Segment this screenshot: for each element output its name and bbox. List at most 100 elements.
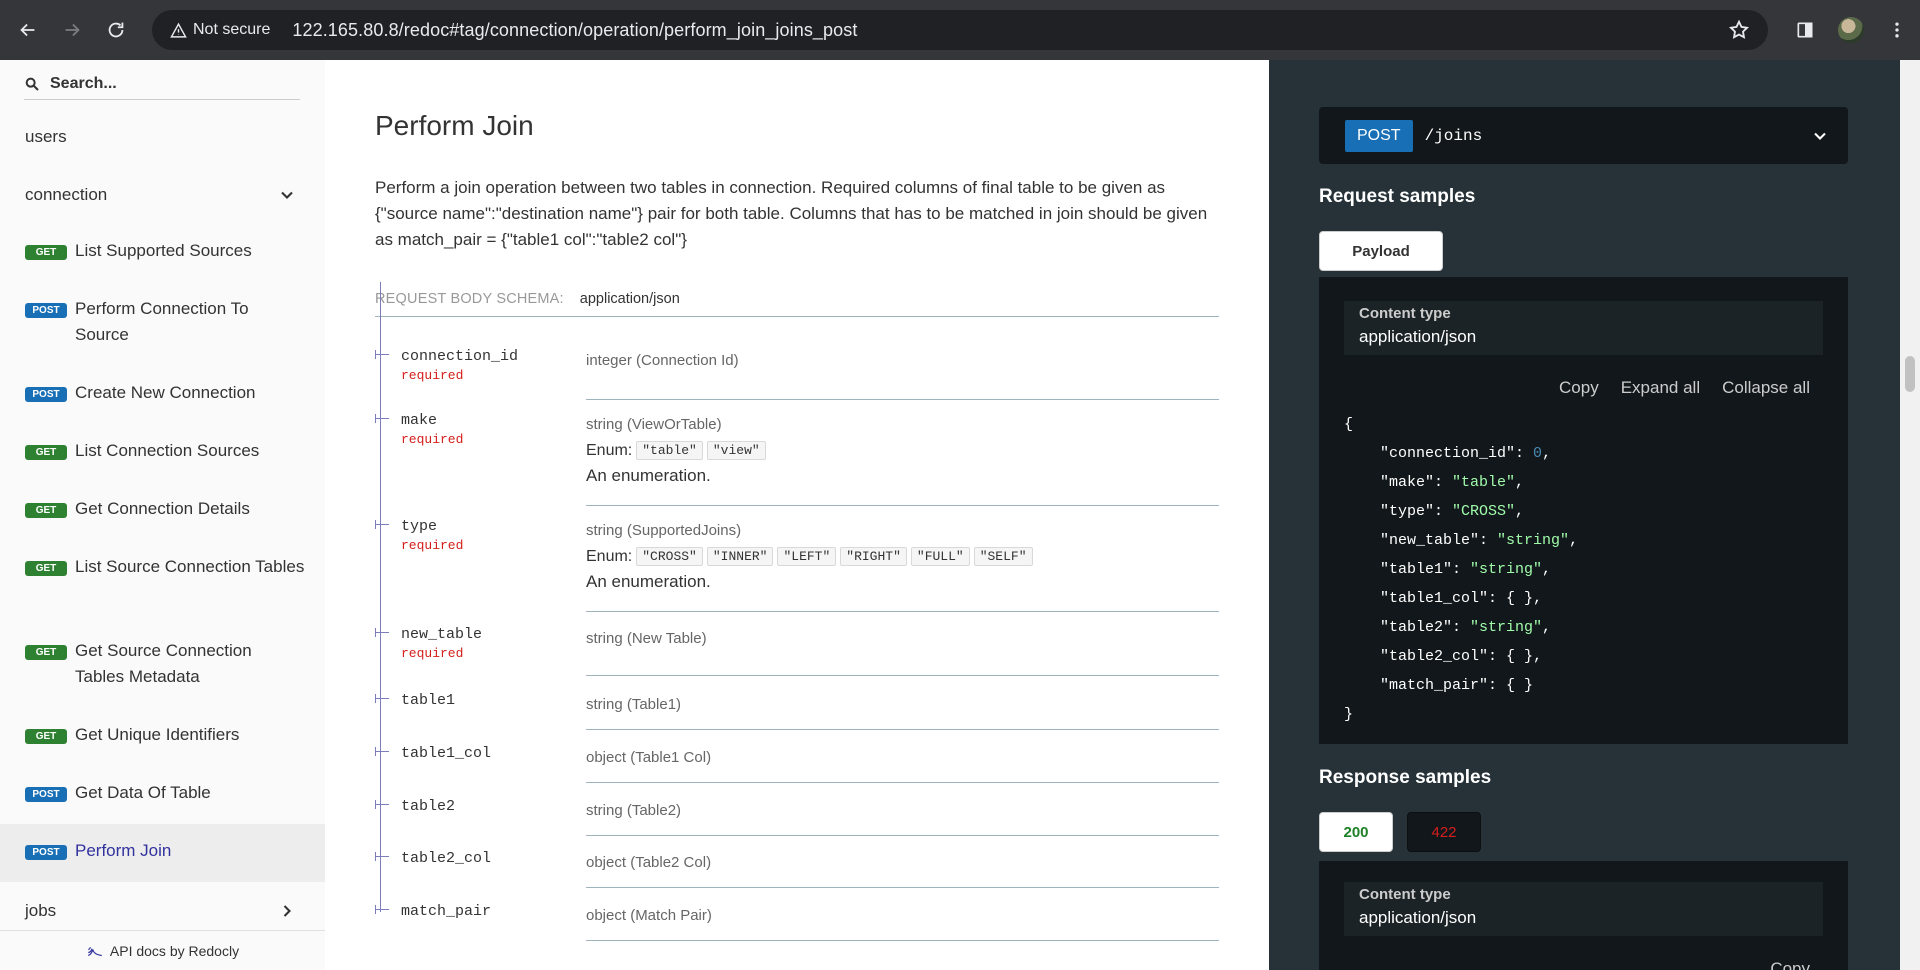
sidebar-group-users[interactable]: users [0, 108, 325, 166]
security-indicator[interactable]: Not secure [170, 21, 270, 39]
sample-actions: Copy [1748, 959, 1810, 970]
json-value: 0 [1533, 445, 1543, 462]
copy-button[interactable]: Copy [1559, 378, 1599, 398]
property-name[interactable]: table1_col [401, 745, 491, 762]
request-sample-panel: Content type application/json Copy Expan… [1319, 277, 1848, 744]
response-samples-title: Response samples [1319, 767, 1492, 788]
schema-property-connection-id: connection_id required integer (Connecti… [375, 348, 1219, 400]
sidebar-item-get-data-of-table[interactable]: POST Get Data Of Table [0, 766, 325, 824]
chevron-down-icon [1814, 132, 1826, 140]
sidebar-item-get-connection-details[interactable]: GET Get Connection Details [0, 482, 325, 540]
method-badge: POST [25, 787, 67, 802]
sidebar-group-label: users [25, 127, 67, 146]
expand-all-button[interactable]: Expand all [1621, 378, 1700, 398]
sidebar-item-get-source-connection-tables-metadata[interactable]: GET Get Source Connection Tables Metadat… [0, 624, 325, 708]
property-name[interactable]: match_pair [401, 903, 491, 920]
sidebar-item-list-connection-sources[interactable]: GET List Connection Sources [0, 424, 325, 482]
property-name[interactable]: table1 [401, 692, 455, 709]
enum-chip: "INNER" [706, 547, 774, 566]
property-name[interactable]: connection_id [401, 348, 518, 365]
json-value[interactable]: { } [1506, 648, 1533, 665]
search-input[interactable] [50, 74, 280, 93]
property-name[interactable]: new_table [401, 626, 482, 643]
property-name[interactable]: make [401, 412, 437, 429]
json-line: "match_pair": { } [1380, 677, 1534, 694]
tree-connector [375, 414, 389, 423]
json-line: "new_table": "string", [1380, 532, 1579, 549]
operation-description: Perform a join operation between two tab… [375, 178, 1208, 249]
redocly-link[interactable]: API docs by Redocly [0, 930, 325, 970]
sidebar-menu: users connection GET List Supported Sour… [0, 108, 325, 940]
property-type: string (Table2) [586, 802, 682, 819]
method-badge: GET [25, 645, 67, 660]
property-name[interactable]: table2_col [401, 850, 491, 867]
address-bar[interactable]: Not secure 122.165.80.8/redoc#tag/connec… [152, 10, 1768, 50]
required-label: required [401, 432, 464, 447]
property-detail: object (Table2 Col) [586, 850, 1219, 888]
arrow-right-icon [65, 23, 80, 37]
http-method-badge: POST [1345, 119, 1413, 152]
reload-button[interactable] [96, 10, 136, 50]
sidebar-item-list-source-connection-tables[interactable]: GET List Source Connection Tables [0, 540, 325, 624]
sidebar-item-perform-connection-to-source[interactable]: POST Perform Connection To Source [0, 282, 325, 366]
sidebar-group-connection[interactable]: connection [0, 166, 325, 224]
json-line: "table1": "string", [1380, 561, 1552, 578]
property-type: object (Match Pair) [586, 907, 712, 924]
samples-panel: POST /joins Request samples Payload Cont… [1269, 60, 1900, 970]
schema-property-table2-col: table2_col object (Table2 Col) [375, 850, 1219, 888]
side-panel-button[interactable] [1782, 10, 1828, 50]
tree-connector [375, 628, 389, 637]
json-value[interactable]: { } [1506, 590, 1533, 607]
enum-chip: "CROSS" [636, 547, 703, 566]
content-type-value: application/json [1359, 327, 1477, 346]
property-type: string (New Table) [586, 630, 707, 647]
sidebar-item-get-unique-identifiers[interactable]: GET Get Unique Identifiers [0, 708, 325, 766]
tab-payload[interactable]: Payload [1319, 231, 1443, 271]
tab-response-200[interactable]: 200 [1319, 812, 1393, 852]
sidebar-item-label: Get Source Connection Tables Metadata [75, 641, 252, 686]
json-line: "table1_col": { }, [1380, 590, 1543, 607]
sidebar-item-perform-join[interactable]: POST Perform Join [0, 824, 325, 882]
schema-property-match-pair: match_pair object (Match Pair) [375, 903, 1219, 941]
property-name[interactable]: type [401, 518, 437, 535]
property-detail: string (SupportedJoins) Enum: "CROSS" "I… [586, 518, 1219, 612]
sidebar-item-label: List Source Connection Tables [75, 557, 305, 576]
toolbar-actions [1782, 10, 1920, 50]
sidebar-item-label: Perform Join [75, 841, 172, 860]
page-title: Perform Join [375, 110, 534, 141]
forward-button[interactable] [52, 10, 92, 50]
sidebar-item-label: Get Data Of Table [75, 783, 211, 802]
schema-label: REQUEST BODY SCHEMA: [375, 291, 564, 307]
sidebar-item-create-new-connection[interactable]: POST Create New Connection [0, 366, 325, 424]
json-line: "table2_col": { }, [1380, 648, 1543, 665]
tree-connector [375, 905, 389, 914]
enum-chip: "LEFT" [777, 547, 837, 566]
method-badge: GET [25, 445, 67, 460]
collapse-all-button[interactable]: Collapse all [1722, 378, 1810, 398]
endpoint-toggle[interactable]: POST /joins [1319, 107, 1848, 164]
json-close-brace: } [1344, 706, 1354, 723]
menu-button[interactable] [1874, 10, 1920, 50]
property-type: integer (Connection Id) [586, 352, 739, 369]
copy-button[interactable]: Copy [1770, 959, 1810, 970]
reload-icon [108, 22, 124, 38]
warning-icon [170, 22, 187, 38]
property-detail: object (Match Pair) [586, 903, 1219, 941]
content-type-box: Content type application/json [1344, 301, 1823, 355]
bookmark-button[interactable] [1728, 19, 1750, 46]
method-badge: GET [25, 729, 67, 744]
json-key: "make" [1380, 474, 1435, 491]
json-value[interactable]: { } [1506, 677, 1533, 694]
sidebar-item-list-supported-sources[interactable]: GET List Supported Sources [0, 224, 325, 282]
scrollbar-thumb[interactable] [1905, 356, 1915, 392]
property-type: string (Table1) [586, 696, 682, 713]
profile-button[interactable] [1828, 10, 1874, 50]
back-button[interactable] [8, 10, 48, 50]
enum-chip: "RIGHT" [840, 547, 907, 566]
enum-label: Enum: [586, 441, 633, 459]
property-name[interactable]: table2 [401, 798, 455, 815]
page-scrollbar[interactable] [1900, 60, 1920, 970]
tab-response-422[interactable]: 422 [1407, 812, 1481, 852]
enum-chip: "view" [706, 441, 766, 460]
method-badge: GET [25, 561, 67, 576]
